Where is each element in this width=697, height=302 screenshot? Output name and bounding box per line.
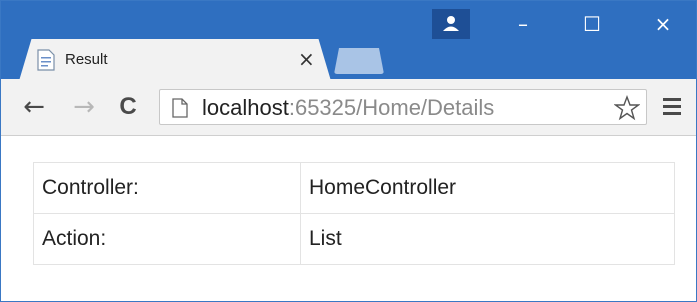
- menu-icon[interactable]: [663, 98, 681, 119]
- tab-title: Result: [65, 51, 108, 68]
- user-icon[interactable]: [432, 9, 470, 39]
- url-path: :65325/Home/Details: [288, 95, 495, 120]
- table-row: Controller: HomeController: [33, 162, 675, 214]
- star-icon[interactable]: [614, 95, 640, 121]
- table-cell-value: HomeController: [300, 162, 675, 214]
- page-icon: [172, 98, 188, 118]
- details-table: Controller: HomeController Action: List: [33, 162, 675, 265]
- maximize-button[interactable]: ☐: [568, 9, 616, 39]
- close-icon[interactable]: ×: [298, 47, 315, 71]
- close-window-button[interactable]: ×: [639, 9, 687, 39]
- table-row: Action: List: [33, 213, 675, 265]
- address-bar[interactable]: localhost:65325/Home/Details: [159, 89, 647, 125]
- page-icon: [37, 49, 55, 71]
- url-host: localhost: [202, 95, 289, 120]
- title-bar: – ☐ × Result ×: [1, 1, 696, 81]
- table-cell-value: List: [300, 213, 675, 265]
- reload-icon[interactable]: C: [113, 92, 143, 122]
- toolbar: ← → C localhost:65325/Home/Details: [1, 79, 696, 136]
- new-tab-button[interactable]: [334, 48, 384, 74]
- tab-result[interactable]: Result ×: [19, 39, 331, 81]
- table-cell-key: Action:: [33, 213, 301, 265]
- page-content: Controller: HomeController Action: List: [1, 136, 696, 301]
- back-icon[interactable]: ←: [19, 92, 49, 122]
- browser-window: – ☐ × Result × ← → C localhost:65325/Hom…: [0, 0, 697, 302]
- url-text[interactable]: localhost:65325/Home/Details: [202, 95, 494, 121]
- minimize-button[interactable]: –: [499, 9, 547, 39]
- forward-icon[interactable]: →: [69, 92, 99, 122]
- table-cell-key: Controller:: [33, 162, 301, 214]
